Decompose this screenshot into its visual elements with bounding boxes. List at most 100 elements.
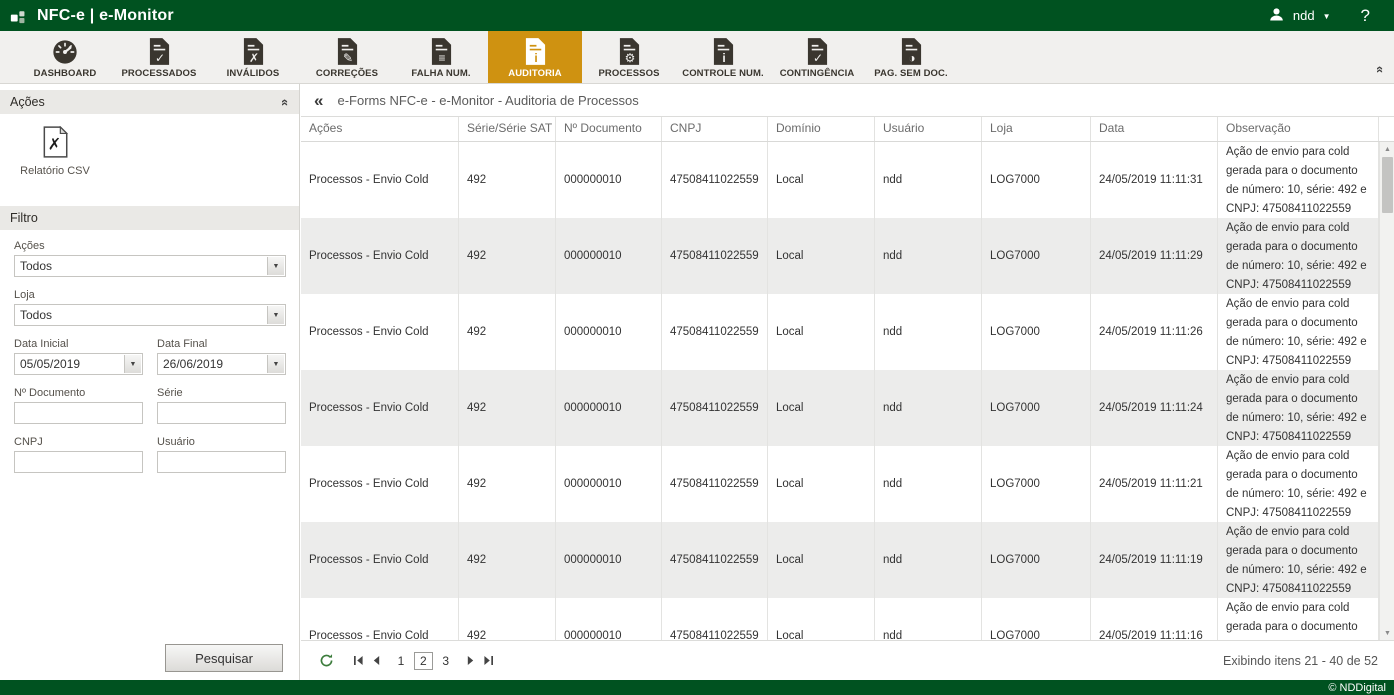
svg-text:✗: ✗	[248, 51, 258, 65]
documento-label: Nº Documento	[14, 387, 143, 399]
toolbar-item-label: AUDITORIA	[508, 68, 562, 79]
toolbar-item-processados[interactable]: ✓PROCESSADOS	[112, 31, 206, 83]
toolbar-item-inv-lidos[interactable]: ✗ INVÁLIDOS	[206, 31, 300, 83]
toolbar-item-label: CONTROLE NUM.	[682, 68, 764, 79]
table-cell: 47508411022559	[662, 370, 768, 446]
filter-form: Ações Todos ▼ Loja Todos ▼ Data Inicial …	[0, 230, 299, 473]
data-final-picker[interactable]: 26/06/2019 ▼	[157, 353, 286, 375]
table-cell: 492	[459, 598, 556, 640]
table-cell: 24/05/2019 11:11:16	[1091, 598, 1218, 640]
table-cell: Processos - Envio Cold	[301, 522, 459, 598]
items-status: Exibindo itens 21 - 40 de 52	[1223, 654, 1378, 668]
column-header[interactable]: Usuário	[875, 117, 982, 141]
toolbar-item-conting-ncia[interactable]: ✓CONTINGÊNCIA	[770, 31, 864, 83]
table-cell: 47508411022559	[662, 218, 768, 294]
cnpj-field[interactable]	[14, 451, 143, 473]
scrollbar-thumb[interactable]	[1382, 157, 1393, 213]
report-csv-button[interactable]: ✗ Relatório CSV	[16, 126, 94, 177]
table-row[interactable]: Processos - Envio Cold492000000010475084…	[301, 218, 1379, 294]
actions-panel-title: Ações	[10, 95, 45, 109]
refresh-icon[interactable]	[317, 652, 335, 670]
toolbar-item-pag-sem-doc[interactable]: ◑ PAG. SEM DOC.	[864, 31, 958, 83]
table-cell: 000000010	[556, 218, 662, 294]
auditoria-icon: i	[524, 36, 547, 66]
table-row[interactable]: Processos - Envio Cold492000000010475084…	[301, 142, 1379, 218]
acoes-label: Ações	[14, 240, 285, 252]
page-numbers: 123	[391, 652, 456, 670]
documento-field[interactable]	[14, 402, 143, 424]
last-page-icon[interactable]	[480, 652, 498, 670]
table-cell: ndd	[875, 598, 982, 640]
table-cell: 000000010	[556, 598, 662, 640]
page-number-2[interactable]: 2	[414, 652, 433, 670]
table-cell: 47508411022559	[662, 446, 768, 522]
loja-select[interactable]: Todos ▼	[14, 304, 286, 326]
chevron-down-icon[interactable]: ▼	[1323, 12, 1331, 21]
table-cell: ndd	[875, 446, 982, 522]
pag-sem-doc-icon: ◑	[900, 36, 923, 66]
table-row[interactable]: Processos - Envio Cold492000000010475084…	[301, 522, 1379, 598]
first-page-icon[interactable]	[349, 652, 367, 670]
table-cell: 492	[459, 446, 556, 522]
chevron-down-icon: ▼	[267, 306, 284, 324]
data-inicial-label: Data Inicial	[14, 338, 143, 350]
column-header[interactable]: Nº Documento	[556, 117, 662, 141]
vertical-scrollbar[interactable]: ▲ ▼	[1379, 142, 1394, 640]
table-cell: Ação de envio para cold gerada para o do…	[1218, 370, 1379, 446]
column-header[interactable]: Domínio	[768, 117, 875, 141]
page-number-1[interactable]: 1	[396, 654, 406, 668]
column-header[interactable]: Ações	[301, 117, 459, 141]
usuario-field[interactable]	[157, 451, 286, 473]
actions-panel-header: Ações «	[0, 90, 299, 114]
table-row[interactable]: Processos - Envio Cold492000000010475084…	[301, 446, 1379, 522]
app-footer: © NDDigital	[0, 680, 1394, 695]
previous-page-icon[interactable]	[367, 652, 385, 670]
app-logo-icon	[10, 7, 27, 24]
toolbar-item-dashboard[interactable]: DASHBOARD	[18, 31, 112, 83]
toolbar-item-processos[interactable]: ⚙PROCESSOS	[582, 31, 676, 83]
collapse-sidebar-icon[interactable]: «	[314, 92, 323, 109]
toolbar-item-label: PAG. SEM DOC.	[874, 68, 947, 79]
acoes-select-value: Todos	[20, 259, 52, 273]
serie-field[interactable]	[157, 402, 286, 424]
audit-table-body: Processos - Envio Cold492000000010475084…	[301, 142, 1379, 640]
toolbar-item-auditoria[interactable]: i AUDITORIA	[488, 31, 582, 83]
main-content: « e-Forms NFC-e - e-Monitor - Auditoria …	[301, 84, 1394, 680]
user-menu[interactable]: ndd	[1293, 8, 1315, 23]
table-row[interactable]: Processos - Envio Cold492000000010475084…	[301, 294, 1379, 370]
ribbon-collapse-button[interactable]: «	[1367, 58, 1394, 83]
table-cell: 492	[459, 294, 556, 370]
table-cell: 47508411022559	[662, 522, 768, 598]
sidebar: Ações « ✗ Relatório CSV Filtro Ações Tod…	[0, 84, 300, 680]
toolbar-item-controle-num[interactable]: iCONTROLE NUM.	[676, 31, 770, 83]
column-header[interactable]: CNPJ	[662, 117, 768, 141]
breadcrumb-bar: « e-Forms NFC-e - e-Monitor - Auditoria …	[301, 84, 1394, 117]
column-header[interactable]: Observação	[1218, 117, 1379, 141]
table-cell: 24/05/2019 11:11:24	[1091, 370, 1218, 446]
toolbar-item-label: INVÁLIDOS	[227, 68, 280, 79]
data-inicial-picker[interactable]: 05/05/2019 ▼	[14, 353, 143, 375]
collapse-panel-icon[interactable]: «	[278, 98, 293, 105]
svg-text:✓: ✓	[154, 51, 164, 65]
main-toolbar: DASHBOARD✓PROCESSADOS ✗ INVÁLIDOS ✎CORREÇÕE…	[0, 31, 1394, 84]
table-cell: 24/05/2019 11:11:26	[1091, 294, 1218, 370]
table-cell: 000000010	[556, 370, 662, 446]
scroll-up-icon[interactable]: ▲	[1380, 142, 1394, 156]
help-button[interactable]: ?	[1361, 6, 1370, 26]
toolbar-item-falha-num[interactable]: ≡FALHA NUM.	[394, 31, 488, 83]
column-header[interactable]: Série/Série SAT	[459, 117, 556, 141]
toolbar-item-corre-es[interactable]: ✎CORREÇÕES	[300, 31, 394, 83]
table-cell: 24/05/2019 11:11:19	[1091, 522, 1218, 598]
table-cell: Ação de envio para cold gerada para o do…	[1218, 294, 1379, 370]
svg-text:✎: ✎	[342, 51, 352, 65]
acoes-select[interactable]: Todos ▼	[14, 255, 286, 277]
scroll-down-icon[interactable]: ▼	[1380, 626, 1394, 640]
table-row[interactable]: Processos - Envio Cold492000000010475084…	[301, 598, 1379, 640]
column-header[interactable]: Data	[1091, 117, 1218, 141]
next-page-icon[interactable]	[462, 652, 480, 670]
table-cell: Ação de envio para cold gerada para o do…	[1218, 522, 1379, 598]
column-header[interactable]: Loja	[982, 117, 1091, 141]
search-button[interactable]: Pesquisar	[165, 644, 283, 672]
page-number-3[interactable]: 3	[441, 654, 451, 668]
table-row[interactable]: Processos - Envio Cold492000000010475084…	[301, 370, 1379, 446]
